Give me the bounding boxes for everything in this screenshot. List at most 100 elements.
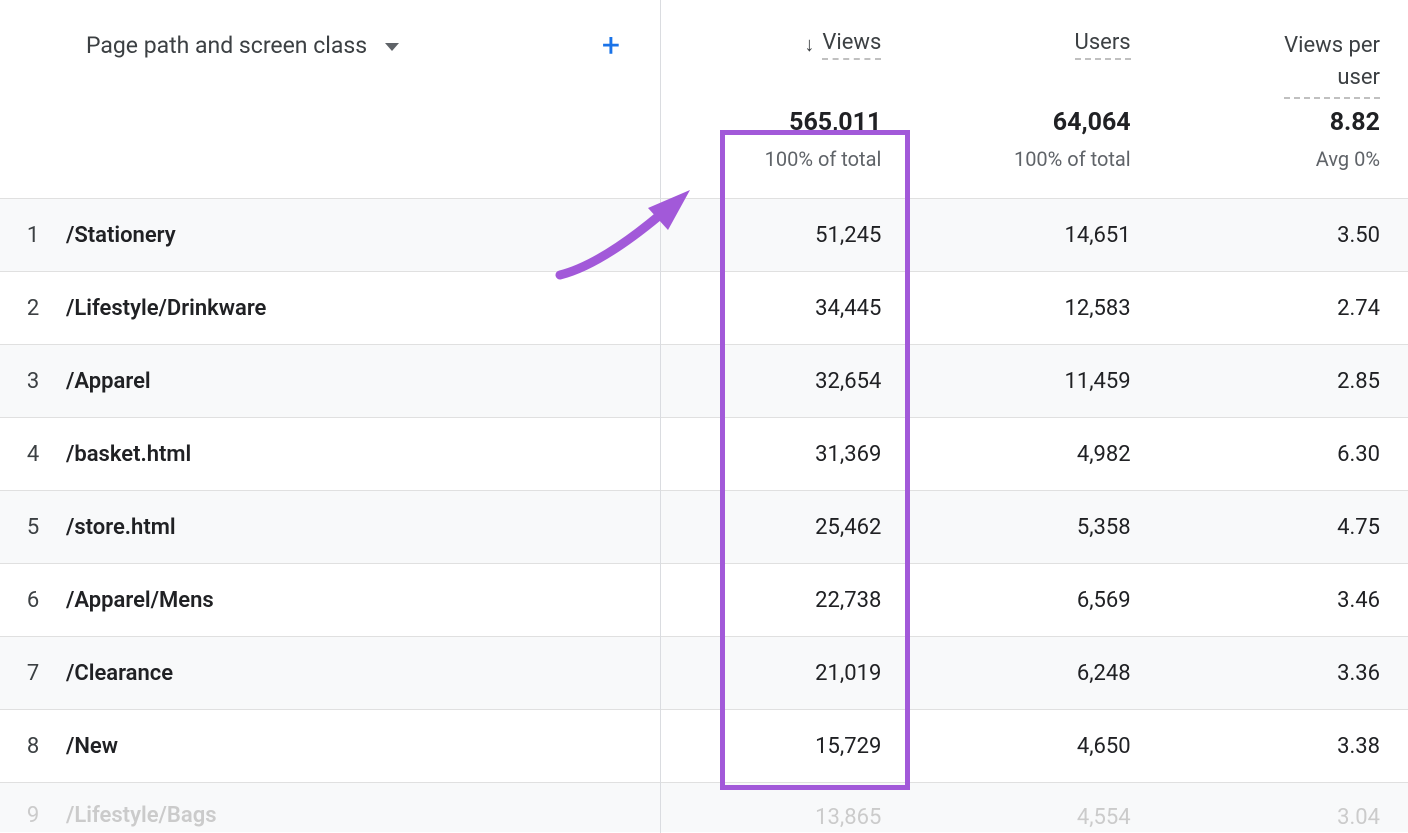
table-row[interactable]: 3/Apparel32,65411,4592.85 (0, 344, 1408, 417)
row-dimension: 5/store.html (0, 515, 660, 540)
row-dimension: 8/New (0, 734, 660, 759)
sort-desc-icon: ↓ (804, 32, 814, 57)
row-page-path: /Lifestyle/Bags (66, 803, 217, 828)
cell-views: 21,019 (660, 661, 909, 686)
row-page-path: /Apparel (66, 369, 151, 394)
col-label: Views (822, 30, 881, 60)
row-metrics: 32,65411,4592.85 (660, 345, 1408, 417)
table-row[interactable]: 2/Lifestyle/Drinkware34,44512,5832.74 (0, 271, 1408, 344)
table-header: Page path and screen class + ↓ Views Use… (0, 0, 1408, 90)
cell-users: 5,358 (909, 515, 1158, 540)
cell-views: 32,654 (660, 369, 909, 394)
row-index: 1 (0, 223, 66, 248)
cell-vpu: 4.75 (1159, 515, 1408, 540)
cell-users: 4,982 (909, 442, 1158, 467)
row-dimension: 7/Clearance (0, 661, 660, 686)
cell-views: 25,462 (660, 515, 909, 540)
total-views-sub: 100% of total (660, 147, 881, 171)
table-row[interactable]: 8/New15,7294,6503.38 (0, 709, 1408, 782)
row-dimension: 3/Apparel (0, 369, 660, 394)
cell-vpu: 2.85 (1159, 369, 1408, 394)
cell-views: 15,729 (660, 734, 909, 759)
col-header-views-per-user[interactable]: Views peruser (1159, 0, 1408, 90)
table-body: 1/Stationery51,24514,6513.502/Lifestyle/… (0, 198, 1408, 832)
cell-users: 14,651 (909, 223, 1158, 248)
row-dimension: 6/Apparel/Mens (0, 588, 660, 613)
total-vpu-value: 8.82 (1159, 108, 1380, 137)
totals-row: 565,011 100% of total 64,064 100% of tot… (0, 90, 1408, 198)
row-index: 6 (0, 588, 66, 613)
table-row[interactable]: 5/store.html25,4625,3584.75 (0, 490, 1408, 563)
row-page-path: /Clearance (66, 661, 173, 686)
table-row-partial: 9/Lifestyle/Bags13,8654,5543.04 (0, 782, 1408, 832)
cell-users: 12,583 (909, 296, 1158, 321)
row-metrics: 51,24514,6513.50 (660, 199, 1408, 271)
total-users-value: 64,064 (909, 108, 1130, 137)
col-header-views[interactable]: ↓ Views (660, 0, 909, 90)
cell-views: 13,865 (660, 805, 909, 830)
table-row[interactable]: 1/Stationery51,24514,6513.50 (0, 198, 1408, 271)
row-metrics: 22,7386,5693.46 (660, 564, 1408, 636)
row-index: 7 (0, 661, 66, 686)
total-views: 565,011 100% of total (660, 90, 909, 198)
cell-vpu: 3.38 (1159, 734, 1408, 759)
row-dimension: 1/Stationery (0, 223, 660, 248)
total-vpu-sub: Avg 0% (1159, 147, 1380, 171)
row-index: 5 (0, 515, 66, 540)
row-metrics: 25,4625,3584.75 (660, 491, 1408, 563)
row-metrics: 15,7294,6503.38 (660, 710, 1408, 782)
row-index: 4 (0, 442, 66, 467)
row-page-path: /New (66, 734, 118, 759)
cell-vpu: 6.30 (1159, 442, 1408, 467)
total-users: 64,064 100% of total (909, 90, 1158, 198)
cell-vpu: 3.04 (1159, 805, 1408, 830)
row-metrics: 31,3694,9826.30 (660, 418, 1408, 490)
row-page-path: /Apparel/Mens (66, 588, 214, 613)
cell-vpu: 3.36 (1159, 661, 1408, 686)
cell-vpu: 2.74 (1159, 296, 1408, 321)
row-index: 3 (0, 369, 66, 394)
chevron-down-icon (385, 43, 399, 51)
cell-users: 6,569 (909, 588, 1158, 613)
freeze-divider (660, 0, 661, 833)
cell-users: 6,248 (909, 661, 1158, 686)
row-dimension: 4/basket.html (0, 442, 660, 467)
add-dimension-button[interactable]: + (602, 29, 620, 61)
table-row[interactable]: 6/Apparel/Mens22,7386,5693.46 (0, 563, 1408, 636)
cell-users: 4,554 (909, 805, 1158, 830)
analytics-table: Page path and screen class + ↓ Views Use… (0, 0, 1408, 833)
row-page-path: /Lifestyle/Drinkware (66, 296, 266, 321)
col-header-users[interactable]: Users (909, 0, 1158, 90)
total-views-value: 565,011 (660, 108, 881, 137)
col-label: Users (1075, 30, 1131, 60)
row-page-path: /store.html (66, 515, 176, 540)
cell-users: 4,650 (909, 734, 1158, 759)
row-page-path: /basket.html (66, 442, 191, 467)
total-vpu: 8.82 Avg 0% (1159, 90, 1408, 198)
cell-views: 22,738 (660, 588, 909, 613)
row-dimension: 9/Lifestyle/Bags (0, 803, 660, 828)
total-users-sub: 100% of total (909, 147, 1130, 171)
table-row[interactable]: 7/Clearance21,0196,2483.36 (0, 636, 1408, 709)
dimension-header: Page path and screen class + (0, 0, 660, 90)
totals-values: 565,011 100% of total 64,064 100% of tot… (660, 90, 1408, 198)
row-index: 2 (0, 296, 66, 321)
cell-views: 31,369 (660, 442, 909, 467)
cell-vpu: 3.46 (1159, 588, 1408, 613)
row-metrics: 34,44512,5832.74 (660, 272, 1408, 344)
row-dimension: 2/Lifestyle/Drinkware (0, 296, 660, 321)
row-index: 9 (0, 803, 66, 828)
row-metrics: 13,8654,5543.04 (660, 803, 1408, 832)
cell-views: 34,445 (660, 296, 909, 321)
col-label: Views peruser (1284, 30, 1380, 99)
row-index: 8 (0, 734, 66, 759)
cell-views: 51,245 (660, 223, 909, 248)
cell-users: 11,459 (909, 369, 1158, 394)
table-row[interactable]: 4/basket.html31,3694,9826.30 (0, 417, 1408, 490)
totals-spacer (0, 90, 660, 198)
row-page-path: /Stationery (66, 223, 176, 248)
row-metrics: 21,0196,2483.36 (660, 637, 1408, 709)
dimension-label: Page path and screen class (86, 32, 367, 59)
cell-vpu: 3.50 (1159, 223, 1408, 248)
dimension-dropdown[interactable]: Page path and screen class (86, 32, 399, 59)
